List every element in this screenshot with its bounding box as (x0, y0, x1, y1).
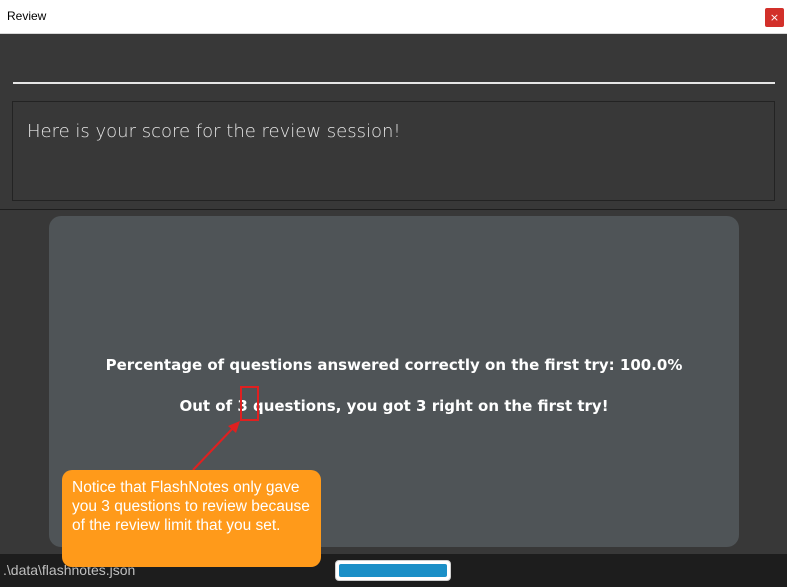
highlight-box (240, 386, 259, 421)
progress-fill (339, 564, 447, 577)
title-bar: Review × (0, 0, 787, 34)
close-button[interactable]: × (765, 8, 784, 27)
command-box-area (0, 34, 787, 94)
window-title: Review (7, 9, 47, 23)
result-display-area: Here is your score for the review sessio… (0, 94, 787, 210)
close-icon: × (769, 11, 780, 24)
command-input[interactable] (13, 44, 775, 84)
score-count: Out of 3 questions, you got 3 right on t… (179, 397, 609, 415)
result-display: Here is your score for the review sessio… (12, 101, 775, 201)
progress-bar (335, 560, 451, 581)
result-text: Here is your score for the review sessio… (27, 121, 401, 142)
callout-note: Notice that FlashNotes only gave you 3 q… (62, 470, 321, 567)
score-percentage: Percentage of questions answered correct… (105, 356, 683, 374)
